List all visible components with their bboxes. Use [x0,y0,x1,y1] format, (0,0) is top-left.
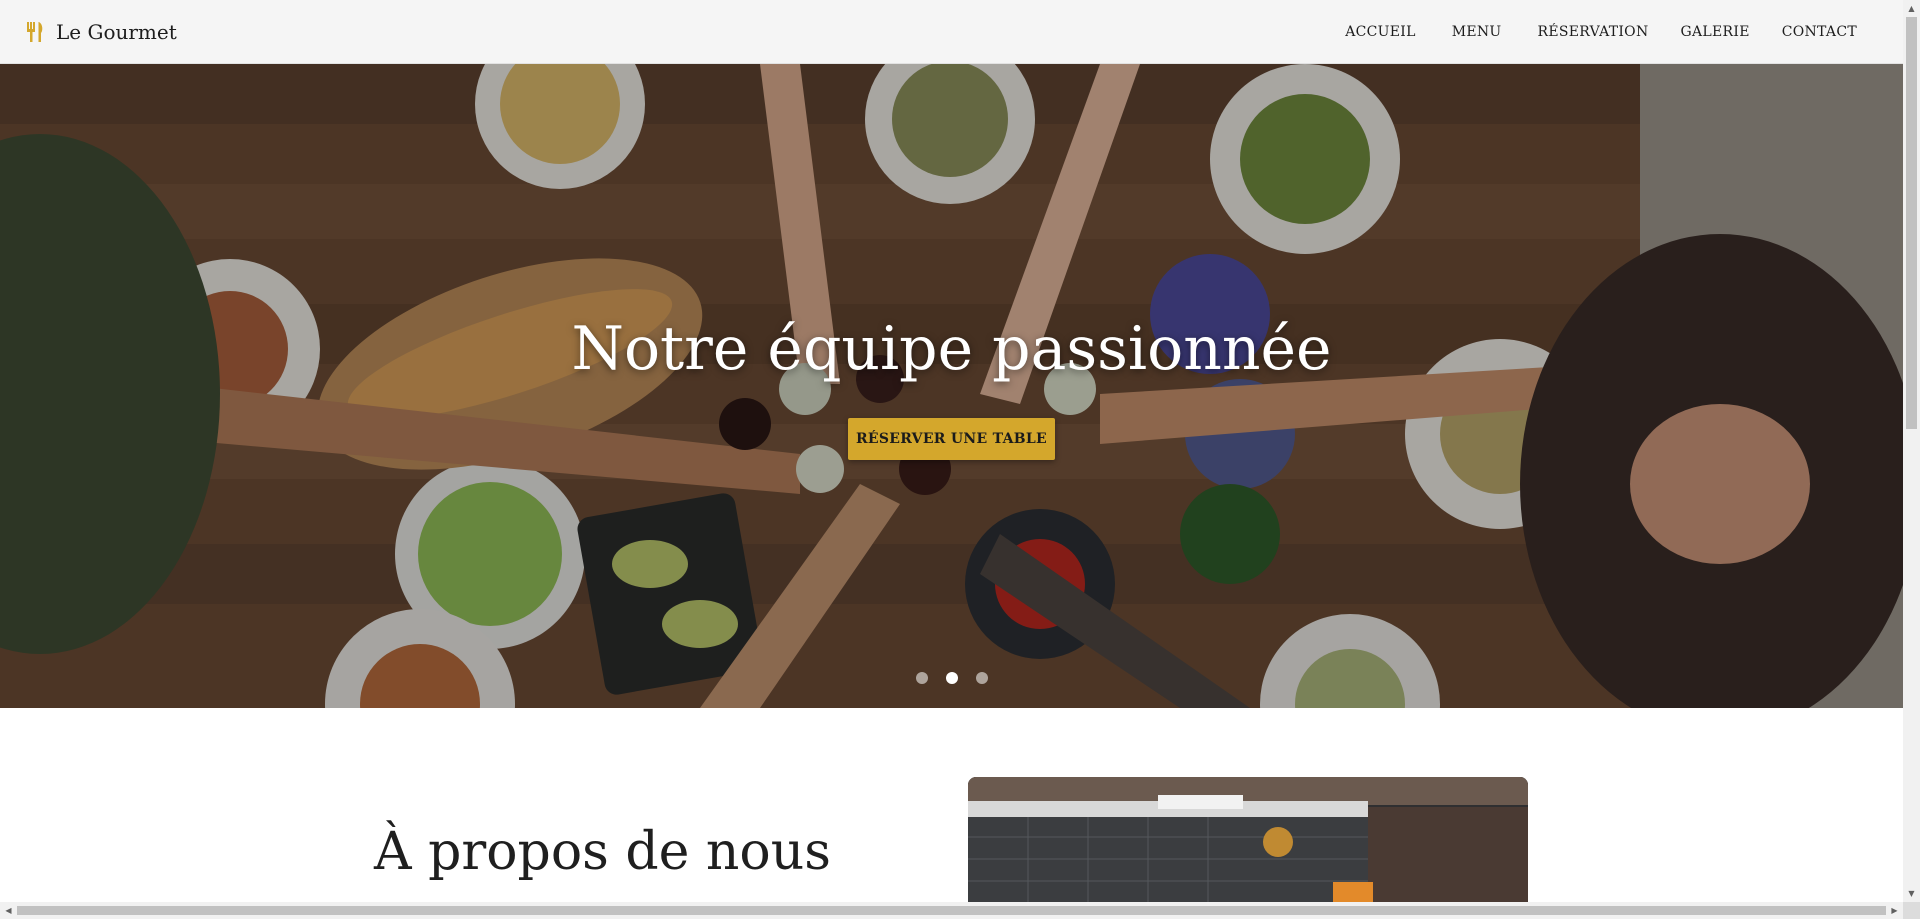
scroll-right-arrow-icon[interactable]: ▶ [1886,902,1903,919]
scroll-left-arrow-icon[interactable]: ◀ [0,902,17,919]
navbar: Le Gourmet ACCUEIL MENU RÉSERVATION GALE… [0,0,1903,64]
brand-name: Le Gourmet [56,19,177,44]
nav-link-galerie[interactable]: GALERIE [1663,24,1764,40]
carousel-dot-3[interactable] [975,672,988,684]
scrollbar-corner [1903,902,1920,919]
horizontal-scroll-thumb[interactable] [17,906,1886,915]
nav-link-menu[interactable]: MENU [1430,24,1516,40]
utensils-icon [27,21,43,42]
carousel-dot-1[interactable] [915,672,928,684]
scroll-up-arrow-icon[interactable]: ▲ [1903,0,1920,17]
carousel-indicators [0,672,1903,684]
nav-link-contact[interactable]: CONTACT [1764,24,1871,40]
about-title: À propos de nous [374,822,831,882]
horizontal-scrollbar[interactable]: ◀ ▶ [0,902,1903,919]
reserve-table-button[interactable]: RÉSERVER UNE TABLE [848,418,1055,460]
vertical-scrollbar[interactable]: ▲ ▼ [1903,0,1920,902]
scroll-down-arrow-icon[interactable]: ▼ [1903,885,1920,902]
hero-title: Notre équipe passionnée [571,314,1332,384]
nav-link-reservation[interactable]: RÉSERVATION [1516,24,1663,40]
nav-links: ACCUEIL MENU RÉSERVATION GALERIE CONTACT [1331,24,1871,40]
carousel-dot-2[interactable] [945,672,958,684]
brand-logo[interactable]: Le Gourmet [26,20,177,44]
hero-carousel: Notre équipe passionnée RÉSERVER UNE TAB… [0,64,1903,708]
hero-overlay [0,64,1903,708]
vertical-scroll-thumb[interactable] [1906,17,1917,429]
kitchen-image [968,777,1528,902]
about-kitchen-image [968,777,1528,902]
nav-link-accueil[interactable]: ACCUEIL [1331,24,1429,40]
